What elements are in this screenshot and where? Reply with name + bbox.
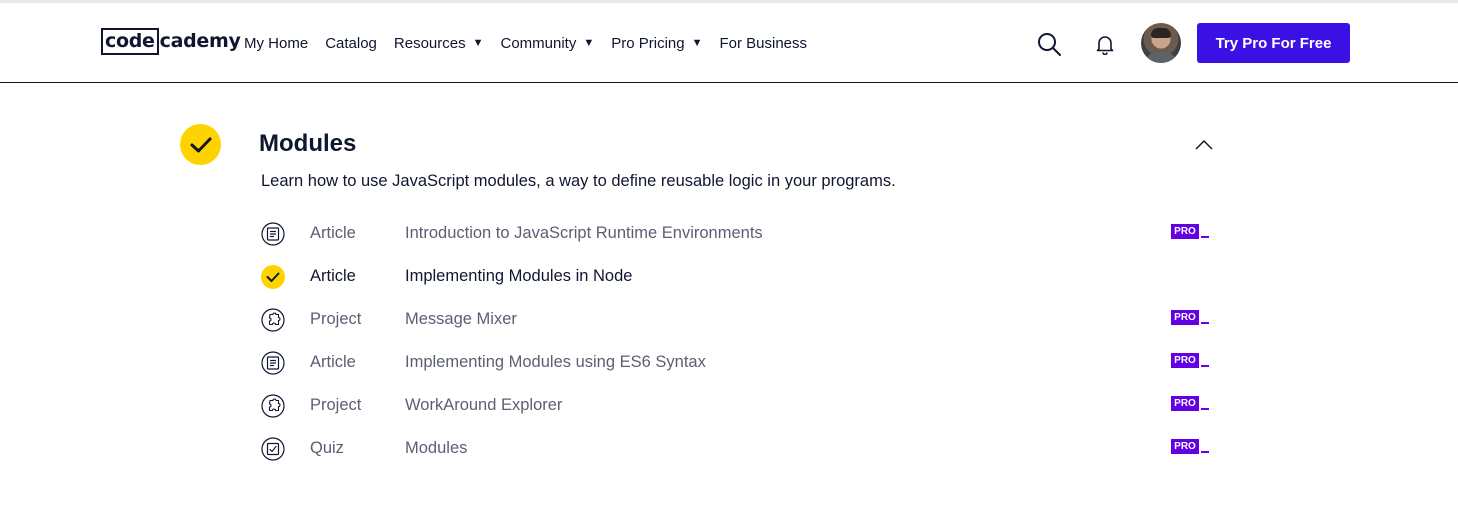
pro-badge-label: PRO [1171, 396, 1199, 411]
module-description: Learn how to use JavaScript modules, a w… [261, 172, 896, 190]
item-type: Quiz [310, 439, 344, 457]
pro-badge-label: PRO [1171, 310, 1199, 325]
top-navbar: code cademy My Home Catalog Resources ▼ C… [0, 3, 1458, 83]
nav-catalog-label: Catalog [325, 34, 377, 52]
project-icon [261, 394, 285, 418]
codecademy-logo[interactable]: code cademy [101, 26, 241, 56]
pro-badge-cursor [1201, 408, 1209, 410]
article-icon [261, 351, 285, 375]
module-item[interactable]: Project Message Mixer PRO [261, 306, 1221, 334]
item-title: Introduction to JavaScript Runtime Envir… [405, 224, 763, 242]
item-type: Article [310, 267, 356, 285]
nav-for-business-label: For Business [719, 34, 808, 52]
pro-badge: PRO [1171, 396, 1209, 412]
search-icon[interactable] [1036, 31, 1062, 57]
pro-badge-label: PRO [1171, 353, 1199, 368]
item-type: Article [310, 353, 356, 371]
nav-links: My Home Catalog Resources ▼ Community ▼ Pr… [244, 3, 824, 83]
project-icon [261, 308, 285, 332]
bell-icon[interactable] [1094, 33, 1116, 56]
avatar-hair [1151, 28, 1171, 38]
pro-badge-cursor [1201, 451, 1209, 453]
avatar-shirt [1145, 52, 1177, 63]
module-item[interactable]: Article Introduction to JavaScript Runti… [261, 220, 1221, 248]
module-item[interactable]: Article Implementing Modules using ES6 S… [261, 349, 1221, 377]
try-pro-button[interactable]: Try Pro For Free [1197, 23, 1350, 63]
article-icon [261, 222, 285, 246]
caret-down-icon: ▼ [691, 37, 703, 49]
pro-badge: PRO [1171, 224, 1209, 240]
avatar[interactable] [1141, 23, 1181, 63]
module-item[interactable]: Article Implementing Modules in Node [261, 263, 1221, 291]
nav-pro-pricing-label: Pro Pricing [611, 34, 685, 52]
caret-down-icon: ▼ [583, 37, 595, 49]
nav-for-business[interactable]: For Business [719, 35, 807, 52]
item-type: Project [310, 310, 362, 328]
item-title: Implementing Modules using ES6 Syntax [405, 353, 706, 371]
pro-badge-cursor [1201, 322, 1209, 324]
pro-badge-label: PRO [1171, 439, 1199, 454]
logo-code-box: code [101, 27, 159, 55]
nav-pro-pricing[interactable]: Pro Pricing ▼ [611, 35, 702, 52]
pro-badge-label: PRO [1171, 224, 1199, 239]
pro-badge-cursor [1201, 236, 1209, 238]
item-type: Project [310, 396, 362, 414]
caret-down-icon: ▼ [472, 37, 484, 49]
nav-my-home[interactable]: My Home [244, 35, 308, 52]
nav-resources[interactable]: Resources ▼ [394, 35, 484, 52]
chevron-up-icon[interactable] [1193, 137, 1215, 153]
logo-cademy: cademy [159, 30, 241, 52]
nav-community[interactable]: Community ▼ [500, 35, 594, 52]
nav-catalog[interactable]: Catalog [325, 35, 377, 52]
nav-resources-label: Resources [393, 34, 466, 52]
quiz-icon [261, 437, 285, 461]
nav-my-home-label: My Home [244, 34, 309, 52]
module-completed-check-icon [180, 124, 221, 165]
pro-badge: PRO [1171, 353, 1209, 369]
module-item[interactable]: Quiz Modules PRO [261, 435, 1221, 463]
pro-badge-cursor [1201, 365, 1209, 367]
pro-badge: PRO [1171, 439, 1209, 455]
check-icon [261, 265, 285, 289]
item-title: Implementing Modules in Node [405, 267, 633, 285]
item-title: WorkAround Explorer [405, 396, 563, 414]
module-title: Modules [259, 130, 357, 157]
item-type: Article [310, 224, 356, 242]
item-title: Message Mixer [405, 310, 517, 328]
nav-community-label: Community [500, 34, 577, 52]
item-title: Modules [405, 439, 468, 457]
pro-badge: PRO [1171, 310, 1209, 326]
module-item[interactable]: Project WorkAround Explorer PRO [261, 392, 1221, 420]
